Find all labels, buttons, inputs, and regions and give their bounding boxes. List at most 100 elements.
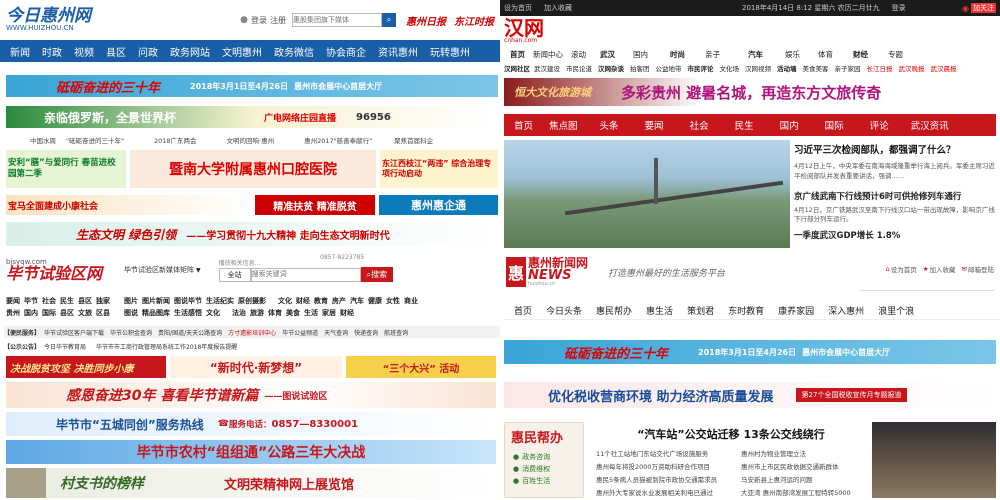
- nav-item[interactable]: 资讯惠州: [378, 44, 418, 59]
- evergrande-banner[interactable]: 恒大文化旅游城 多彩贵州 避暑名城，再造东方文旅传奇: [504, 78, 996, 106]
- nav-item[interactable]: 县区: [60, 307, 74, 319]
- anniversary-banner[interactable]: 砥砺奋进的三十年 2018年3月1日至4月26日 惠州市会展中心首层大厅: [504, 340, 996, 364]
- nav-item[interactable]: 滚动: [571, 49, 586, 60]
- xiaokang-banner[interactable]: 宝马全面建成小康社会: [6, 195, 251, 215]
- add-favorite-link[interactable]: 加入收藏: [544, 3, 572, 13]
- headline[interactable]: “汽车站”公交站迁移 13条公交线绕行: [596, 426, 866, 442]
- nav-item[interactable]: 原创摄影: [238, 295, 266, 307]
- village-secretary-banner[interactable]: 村支书的榜样 文明荣精神网上展览馆: [6, 468, 496, 498]
- anniversary-banner[interactable]: 砥砺奋进的三十年 2018年3月1日至4月26日 惠州市会展中心首层大厅: [6, 75, 498, 97]
- service-link[interactable]: 天气查询: [324, 328, 348, 337]
- tab-item[interactable]: 策划君: [687, 304, 714, 317]
- announce-link[interactable]: 今日毕节教育局: [44, 342, 86, 351]
- nav-item[interactable]: 财经: [340, 307, 354, 319]
- nav-item[interactable]: 新闻中心: [533, 49, 563, 60]
- nav-item[interactable]: 市民论道: [566, 63, 592, 73]
- nav-item[interactable]: 毕节: [24, 295, 38, 307]
- service-link[interactable]: 快递查询: [354, 328, 378, 337]
- nav-item[interactable]: 武汉建设: [534, 63, 560, 73]
- news-item[interactable]: 惠州市上市区民政依据交通新群体: [741, 461, 839, 474]
- news-title[interactable]: 京广线武南下行线预计6时可供抢修列车通行: [794, 190, 998, 202]
- nav-item[interactable]: 亲子: [705, 49, 720, 60]
- sidebar-item[interactable]: 百姓生活: [522, 476, 550, 486]
- set-homepage-link[interactable]: 设为首页: [504, 3, 532, 13]
- search-input[interactable]: [250, 267, 361, 282]
- nav-item[interactable]: 汽车: [748, 49, 763, 60]
- tab-item[interactable]: 康养家园: [778, 304, 814, 317]
- nav-item[interactable]: 县区: [106, 44, 126, 59]
- dental-hospital-banner[interactable]: 暨南大学附属惠州口腔医院: [130, 150, 376, 188]
- nav-item[interactable]: 健康: [368, 295, 382, 307]
- nav-item[interactable]: 体育: [268, 307, 282, 319]
- weibo-icon[interactable]: ◉: [962, 4, 969, 13]
- nav-item[interactable]: 协会商企: [326, 44, 366, 59]
- dropdown-icon[interactable]: ▼: [196, 267, 201, 274]
- nav-item[interactable]: 武汉晨报: [931, 63, 957, 73]
- nav-item[interactable]: 女性: [386, 295, 400, 307]
- service-link[interactable]: 毕节公积金查询: [110, 328, 152, 337]
- nav-item[interactable]: 家居: [322, 307, 336, 319]
- nav-item[interactable]: 汉网杂谈: [598, 63, 624, 73]
- nav-item[interactable]: 视频: [74, 44, 94, 59]
- nav-item[interactable]: 武汉晚报: [899, 63, 925, 73]
- tab-item[interactable]: 武汉资讯: [911, 118, 949, 132]
- news-item[interactable]: 惠民5条病人员猫被到院市政协交通需求员: [596, 474, 741, 487]
- nav-item[interactable]: 市民评论: [688, 63, 714, 73]
- add-favorite-link[interactable]: 加入收藏: [930, 264, 956, 274]
- rural-road-banner[interactable]: 毕节市农村“组组通”公路三年大决战: [6, 440, 496, 464]
- nav-item[interactable]: 专题: [888, 49, 903, 60]
- topic-link[interactable]: 2018广东两会: [154, 135, 197, 145]
- nav-item[interactable]: 文化: [278, 295, 292, 307]
- nav-item[interactable]: 文旅: [78, 307, 92, 319]
- nav-item[interactable]: 县区: [78, 295, 92, 307]
- service-link[interactable]: 毕节试验区客户端下载: [44, 328, 104, 337]
- nav-item[interactable]: 国内: [633, 49, 648, 60]
- nav-item[interactable]: 图说毕节: [174, 295, 202, 307]
- huizhou-daily-logo[interactable]: 惠州日报: [406, 13, 446, 28]
- three-campaign-banner[interactable]: “三个大兴” 活动: [346, 356, 496, 378]
- nav-item[interactable]: 图片新闻: [142, 295, 170, 307]
- nav-item[interactable]: 生活感悟: [174, 307, 202, 319]
- topic-link[interactable]: 文明的回响·惠州: [227, 135, 275, 145]
- announce-link[interactable]: 毕节市市工商行政管理局系统工作2018年度报告提醒: [96, 342, 237, 351]
- nav-item[interactable]: 时政: [42, 44, 62, 59]
- tab-item[interactable]: 国际: [825, 118, 844, 132]
- nav-item[interactable]: 生活纪实: [206, 295, 234, 307]
- topic-link[interactable]: 中国水周: [30, 135, 56, 145]
- matrix-link[interactable]: 毕节试验区新媒体矩阵: [124, 265, 194, 275]
- huizhou-logo[interactable]: 今日惠州网 WWW.HUIZHOU.CN: [6, 8, 91, 32]
- register-link[interactable]: 注册: [270, 15, 286, 26]
- nav-item[interactable]: 亲子家园: [835, 63, 861, 73]
- search-icon[interactable]: ⌕: [382, 13, 396, 27]
- news-item[interactable]: 惠州外大专家说水业发展相关利电已通过: [596, 487, 741, 500]
- topic-link[interactable]: "砥砺奋进的三十年": [66, 135, 124, 145]
- nav-item[interactable]: 房产: [332, 295, 346, 307]
- nav-item[interactable]: 民生: [60, 295, 74, 307]
- nav-item[interactable]: 财经: [296, 295, 310, 307]
- mail-login-link[interactable]: 邮箱登陆: [968, 264, 994, 274]
- nav-item[interactable]: 教育: [314, 295, 328, 307]
- nav-item[interactable]: 首页: [510, 49, 525, 60]
- login-link[interactable]: 登录: [892, 3, 906, 13]
- nav-item[interactable]: 美食美客: [803, 63, 829, 73]
- tab-item[interactable]: 评论: [870, 118, 889, 132]
- tab-item[interactable]: 首页: [514, 304, 532, 317]
- login-link[interactable]: 登录: [251, 15, 267, 26]
- news-item[interactable]: 11个社工站地门东站交代广场设施服务: [596, 448, 741, 461]
- governance-banner[interactable]: 东江西枝江“两违” 综合治理专项行动启动: [380, 150, 498, 188]
- tab-item[interactable]: 国内: [780, 118, 799, 132]
- tax-banner[interactable]: 优化税收营商环境 助力经济高质量发展 第27个全国税收宣传月专题报道: [504, 382, 996, 408]
- focus-photo[interactable]: [504, 140, 790, 248]
- service-link[interactable]: 贵阳/国道/天天公路查询: [158, 328, 222, 337]
- nav-item[interactable]: 文化场: [720, 63, 740, 73]
- five-city-hotline-banner[interactable]: 毕节市“五城同创”服务热线 ☎ 服务电话： 0857—8330001: [6, 412, 496, 436]
- nav-item[interactable]: 贵州: [6, 307, 20, 319]
- headline[interactable]: 习近平三次检阅部队，都强调了什么？: [794, 142, 998, 156]
- news-item[interactable]: 惠州村为物业管理立法: [741, 448, 806, 461]
- nav-item[interactable]: 图说: [124, 307, 138, 319]
- service-link[interactable]: 航班查询: [384, 328, 408, 337]
- nav-item[interactable]: 要闻: [6, 295, 20, 307]
- tab-item[interactable]: 深入惠州: [828, 304, 864, 317]
- nav-item[interactable]: 旅游: [250, 307, 264, 319]
- nav-item[interactable]: 国内: [24, 307, 38, 319]
